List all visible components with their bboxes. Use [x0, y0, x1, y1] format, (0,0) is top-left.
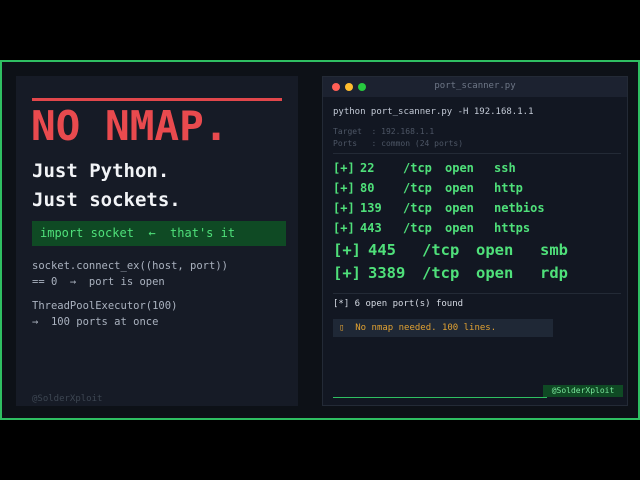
result-state: open [445, 221, 474, 235]
lightbulb-icon: ▯ [339, 323, 345, 333]
result-state: open [476, 264, 514, 282]
message-box: ▯ No nmap needed. 100 lines. [333, 319, 553, 337]
thumbnail-frame: NO NMAP. Just Python. Just sockets. impo… [0, 60, 640, 420]
result-service: https [494, 221, 531, 235]
result-row-139: [+] 139 /tcp open netbios [333, 201, 545, 217]
terminal-titlebar: port_scanner.py [323, 77, 627, 97]
result-prefix: [+] [333, 221, 355, 235]
result-port: 22 [360, 161, 375, 175]
result-prefix: [+] [333, 241, 361, 259]
subheading-sockets: Just sockets. [32, 189, 181, 211]
separator [333, 153, 621, 154]
result-prefix: [+] [333, 264, 361, 282]
note-100-ports: → 100 ports at once [32, 316, 159, 328]
result-state: open [445, 201, 474, 215]
result-prefix: [+] [333, 201, 355, 215]
target-line: Target : 192.168.1.1 [333, 127, 435, 136]
progress-line [333, 397, 547, 398]
result-row-443: [+] 443 /tcp open https [333, 221, 530, 237]
result-proto: /tcp [403, 201, 432, 215]
note-threadpool: ThreadPoolExecutor(100) [32, 300, 178, 312]
result-state: open [445, 161, 474, 175]
watermark: @SolderXploit [32, 394, 103, 404]
headline: NO NMAP. [31, 102, 229, 150]
result-service: netbios [494, 201, 545, 215]
import-hint: import socket ← that's it [32, 221, 286, 246]
separator [333, 293, 621, 294]
result-prefix: [+] [333, 161, 355, 175]
result-state: open [476, 241, 514, 259]
result-row-80: [+] 80 /tcp open http [333, 181, 523, 197]
ports-line: Ports : common (24 ports) [333, 139, 464, 148]
headline-rule [32, 98, 282, 101]
result-port: 443 [360, 221, 382, 235]
scan-summary: [*] 6 open port(s) found [333, 299, 464, 309]
result-proto: /tcp [403, 161, 432, 175]
result-row-22: [+] 22 /tcp open ssh [333, 161, 516, 177]
result-state: open [445, 181, 474, 195]
command-line: python port_scanner.py -H 192.168.1.1 [333, 107, 534, 117]
result-port: 445 [368, 241, 396, 259]
note-port-open: == 0 → port is open [32, 276, 165, 288]
terminal-window: port_scanner.py python port_scanner.py -… [322, 76, 628, 406]
channel-badge: @SolderXploit [543, 385, 623, 397]
result-port: 3389 [368, 264, 406, 282]
result-service: smb [540, 241, 568, 259]
result-row-3389: [+] 3389 /tcp open rdp [333, 264, 568, 284]
result-prefix: [+] [333, 181, 355, 195]
result-service: ssh [494, 161, 516, 175]
result-proto: /tcp [422, 264, 460, 282]
result-port: 139 [360, 201, 382, 215]
result-port: 80 [360, 181, 375, 195]
left-panel: NO NMAP. Just Python. Just sockets. impo… [16, 76, 298, 406]
subheading-python: Just Python. [32, 160, 170, 182]
message-text: No nmap needed. 100 lines. [355, 323, 497, 333]
result-service: rdp [540, 264, 568, 282]
result-proto: /tcp [422, 241, 460, 259]
result-service: http [494, 181, 523, 195]
note-connect-ex: socket.connect_ex((host, port)) [32, 260, 228, 272]
result-proto: /tcp [403, 181, 432, 195]
result-proto: /tcp [403, 221, 432, 235]
result-row-445: [+] 445 /tcp open smb [333, 241, 568, 261]
terminal-title: port_scanner.py [434, 81, 516, 91]
